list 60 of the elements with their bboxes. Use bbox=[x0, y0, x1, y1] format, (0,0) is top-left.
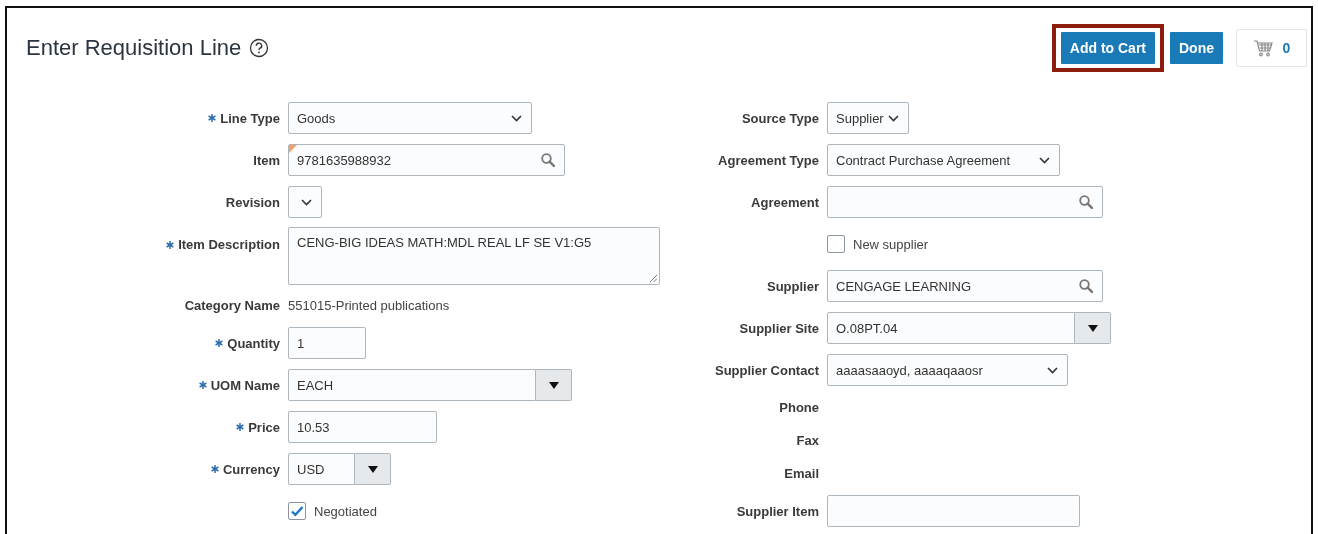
dropdown-field[interactable]: aaaasaaoyd, aaaaqaaosr bbox=[827, 354, 1068, 386]
triangle-down-icon bbox=[367, 465, 378, 473]
field-label: Agreement bbox=[751, 194, 819, 210]
checkbox-label: Negotiated bbox=[314, 503, 377, 519]
field-label: Supplier Contact bbox=[715, 362, 819, 378]
field-label: Line Type bbox=[220, 110, 280, 126]
dropdown-button[interactable] bbox=[1075, 312, 1111, 344]
field-label: Category Name bbox=[184, 298, 280, 313]
field-label: Supplier Site bbox=[739, 320, 819, 336]
dropdown-field[interactable]: Contract Purchase Agreement bbox=[827, 144, 1060, 176]
checkbox[interactable] bbox=[288, 502, 306, 520]
combo-field[interactable]: USD bbox=[288, 453, 355, 485]
field-label: Revision bbox=[225, 194, 280, 210]
done-button[interactable]: Done bbox=[1170, 32, 1223, 64]
combo-field[interactable]: O.08PT.04 bbox=[827, 312, 1075, 344]
text-area-field[interactable]: CENG-BIG IDEAS MATH:MDL REAL LF SE V1:G5 bbox=[288, 227, 660, 285]
checkbox-label: New supplier bbox=[853, 236, 929, 252]
dropdown-field[interactable]: Supplier bbox=[827, 102, 909, 134]
dropdown-field[interactable]: Goods bbox=[288, 102, 532, 134]
combo-field[interactable]: EACH bbox=[288, 369, 536, 401]
input-field[interactable]: 1 bbox=[288, 327, 366, 359]
field-label: Price bbox=[248, 419, 280, 435]
search-icon[interactable] bbox=[541, 153, 555, 167]
field-label: Fax bbox=[796, 433, 819, 448]
field-label: Supplier Item bbox=[736, 503, 819, 519]
input-field[interactable] bbox=[827, 495, 1080, 527]
search-field[interactable]: 9781635988932 bbox=[288, 144, 565, 176]
chevron-icon bbox=[1039, 156, 1050, 164]
field-value: 551015-Printed publications bbox=[288, 298, 450, 313]
field-label: Email bbox=[784, 466, 819, 481]
search-icon[interactable] bbox=[1079, 279, 1093, 293]
dropdown-button[interactable] bbox=[536, 369, 572, 401]
field-label: Quantity bbox=[227, 335, 280, 351]
field-label: Item Description bbox=[178, 237, 280, 252]
field-label: UOM Name bbox=[210, 377, 280, 393]
search-field[interactable]: CENGAGE LEARNING bbox=[827, 270, 1103, 302]
field-label: Item bbox=[253, 152, 280, 168]
dropdown-field[interactable] bbox=[288, 186, 322, 218]
input-field[interactable]: 10.53 bbox=[288, 411, 437, 443]
cart-icon bbox=[1252, 39, 1273, 57]
chevron-icon bbox=[301, 198, 312, 206]
field-label: Supplier bbox=[767, 278, 819, 294]
field-label: Phone bbox=[779, 400, 819, 415]
help-icon[interactable] bbox=[249, 38, 270, 58]
chevron-icon bbox=[511, 114, 522, 122]
page-title: Enter Requisition Line bbox=[26, 35, 242, 61]
resize-grip-icon[interactable] bbox=[649, 274, 657, 282]
field-label: Source Type bbox=[741, 110, 819, 126]
search-field[interactable] bbox=[827, 186, 1103, 218]
search-icon[interactable] bbox=[1079, 195, 1093, 209]
chevron-icon bbox=[888, 114, 899, 122]
cart-button[interactable]: 0 bbox=[1236, 29, 1307, 67]
chevron-icon bbox=[1047, 366, 1058, 374]
triangle-down-icon bbox=[548, 381, 559, 389]
field-label: Agreement Type bbox=[718, 152, 819, 168]
add-to-cart-button[interactable]: Add to Cart bbox=[1060, 32, 1155, 64]
checkbox[interactable] bbox=[827, 235, 845, 253]
triangle-down-icon bbox=[1087, 324, 1098, 332]
field-label: Currency bbox=[222, 461, 280, 477]
dropdown-button[interactable] bbox=[355, 453, 391, 485]
